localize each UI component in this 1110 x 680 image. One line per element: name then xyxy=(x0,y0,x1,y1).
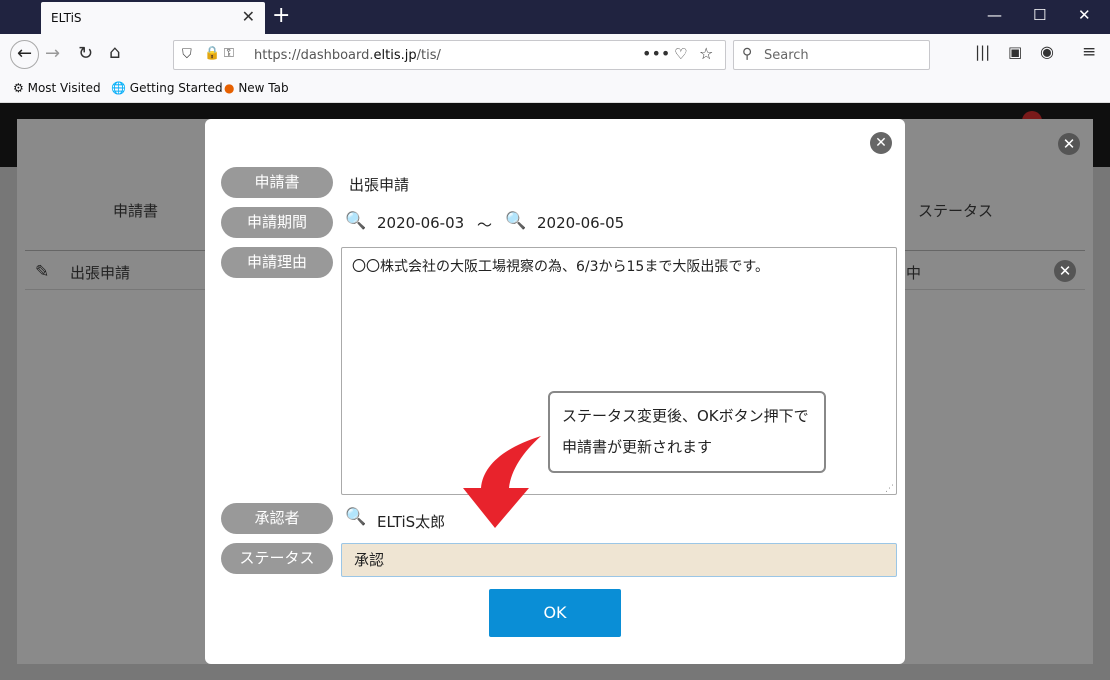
help-tooltip: ステータス変更後、OKボタン押下で 申請書が更新されます xyxy=(548,391,826,473)
background-close-icon[interactable]: ✕ xyxy=(1058,133,1080,155)
search-bar[interactable]: ⚲ Search xyxy=(733,40,930,70)
firefox-icon: ● xyxy=(224,81,235,95)
bookmark-label: Most Visited xyxy=(27,81,101,95)
form-value: 出張申請 xyxy=(349,176,410,194)
page-actions-icon[interactable]: ••• xyxy=(642,44,670,63)
page-content: ✕ 申請書 ステータス ✎ 出張申請 中 ✕ ✕ 申請書 出張申請 申請期間 🔍… xyxy=(0,103,1110,680)
tooltip-line-2: 申請書が更新されます xyxy=(562,438,713,456)
label-reason: 申請理由 xyxy=(221,247,333,278)
sidebar-icon[interactable]: ▣ xyxy=(1008,43,1022,61)
period-start-value[interactable]: 2020-06-03 xyxy=(377,214,464,232)
minimize-icon[interactable]: — xyxy=(987,6,1002,24)
approver-value: ELTiS太郎 xyxy=(377,513,446,531)
browser-window: ELTiS ✕ + — ☐ ✕ ← → ↻ ⌂ ⛉ 🔒 ⚿ https://da… xyxy=(0,0,1110,680)
url-text: https://dashboard.eltis.jp/tis/ xyxy=(254,48,441,63)
key-icon[interactable]: ⚿ xyxy=(224,46,234,61)
close-window-icon[interactable]: ✕ xyxy=(1078,6,1091,24)
home-icon[interactable]: ⌂ xyxy=(109,42,120,63)
column-header-form: 申請書 xyxy=(113,202,159,220)
application-modal: ✕ 申請書 出張申請 申請期間 🔍 2020-06-03 〜 🔍 2020-06… xyxy=(205,119,905,664)
reason-text: 〇〇株式会社の大阪工場視察の為、6/3から15まで大阪出張です。 xyxy=(352,259,769,275)
period-end-value[interactable]: 2020-06-05 xyxy=(537,214,624,232)
bookmark-star-icon[interactable]: ☆ xyxy=(699,44,713,63)
modal-close-icon[interactable]: ✕ xyxy=(870,132,892,154)
label-form: 申請書 xyxy=(221,167,333,198)
status-select[interactable]: 承認 xyxy=(341,543,897,577)
approver-search-icon[interactable]: 🔍 xyxy=(345,507,366,527)
bookmark-label: Getting Started xyxy=(129,81,223,95)
row-status: 中 xyxy=(906,264,922,282)
url-bar[interactable]: ⛉ 🔒 ⚿ https://dashboard.eltis.jp/tis/ ••… xyxy=(173,40,726,70)
new-tab-icon[interactable]: + xyxy=(272,3,290,28)
bookmark-most-visited[interactable]: ⚙ Most Visited xyxy=(13,81,101,95)
browser-tab[interactable]: ELTiS ✕ xyxy=(41,2,265,34)
url-prefix: https://dashboard. xyxy=(254,48,374,63)
search-icon: ⚲ xyxy=(742,46,753,62)
url-domain: eltis.jp xyxy=(373,48,417,63)
forward-arrow-icon[interactable]: → xyxy=(45,43,60,64)
globe-icon: 🌐 xyxy=(111,81,126,95)
title-bar: ELTiS ✕ + — ☐ ✕ xyxy=(0,0,1110,34)
bookmark-getting-started[interactable]: 🌐 Getting Started xyxy=(111,81,223,95)
back-arrow-icon[interactable]: ← xyxy=(10,40,39,69)
bookmark-new-tab[interactable]: ● New Tab xyxy=(224,81,289,95)
label-status: ステータス xyxy=(221,543,333,574)
search-placeholder: Search xyxy=(764,48,809,63)
period-separator: 〜 xyxy=(477,216,493,234)
tooltip-line-1: ステータス変更後、OKボタン押下で xyxy=(562,407,809,425)
row-form-name: 出張申請 xyxy=(70,264,131,282)
close-tab-icon[interactable]: ✕ xyxy=(242,7,255,26)
label-period: 申請期間 xyxy=(221,207,333,238)
label-approver: 承認者 xyxy=(221,503,333,534)
row-delete-icon[interactable]: ✕ xyxy=(1054,260,1076,282)
ok-button[interactable]: OK xyxy=(489,589,621,637)
url-suffix: /tis/ xyxy=(416,48,441,63)
account-icon[interactable]: ◉ xyxy=(1040,42,1054,61)
navigation-bar: ← → ↻ ⌂ ⛉ 🔒 ⚿ https://dashboard.eltis.jp… xyxy=(0,34,1110,76)
gear-icon: ⚙ xyxy=(13,81,24,95)
maximize-icon[interactable]: ☐ xyxy=(1033,6,1046,24)
date-start-search-icon[interactable]: 🔍 xyxy=(345,211,366,231)
reload-icon[interactable]: ↻ xyxy=(78,43,93,64)
date-end-search-icon[interactable]: 🔍 xyxy=(505,211,526,231)
tab-title: ELTiS xyxy=(51,11,82,25)
bookmarks-bar: ⚙ Most Visited 🌐 Getting Started ● New T… xyxy=(0,76,1110,103)
column-header-status: ステータス xyxy=(918,202,994,220)
curved-arrow-icon xyxy=(463,436,541,528)
pocket-icon[interactable]: ♡ xyxy=(674,45,687,63)
bookmark-label: New Tab xyxy=(238,81,289,95)
lock-icon[interactable]: 🔒 xyxy=(204,46,220,61)
menu-icon[interactable]: ≡ xyxy=(1082,42,1096,62)
resize-grip-icon[interactable]: ⋰ xyxy=(885,484,894,494)
status-value: 承認 xyxy=(354,551,385,569)
shield-icon[interactable]: ⛉ xyxy=(182,47,192,62)
edit-document-icon[interactable]: ✎ xyxy=(35,262,49,282)
library-icon[interactable]: ||| xyxy=(975,43,990,61)
